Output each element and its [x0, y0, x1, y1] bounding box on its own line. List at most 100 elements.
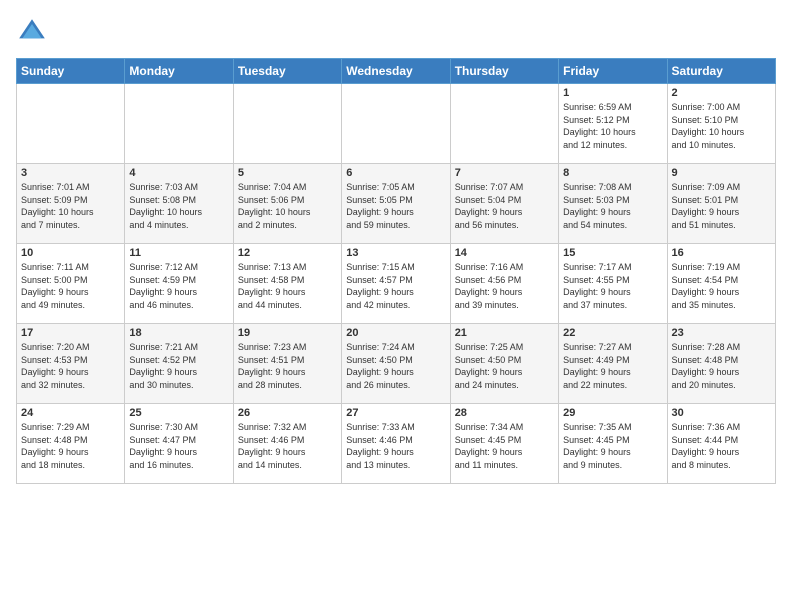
calendar-cell: 7Sunrise: 7:07 AM Sunset: 5:04 PM Daylig… [450, 164, 558, 244]
day-number: 10 [21, 247, 120, 259]
day-info: Sunrise: 7:28 AM Sunset: 4:48 PM Dayligh… [672, 341, 771, 391]
day-number: 23 [672, 327, 771, 339]
calendar-cell: 14 Sunrise: 7:16 AM Sunset: 4:56 PM Dayli… [450, 244, 558, 324]
calendar-cell: 9 Sunrise: 7:09 AM Sunset: 5:01 PM Daylig… [667, 164, 775, 244]
calendar-cell: 23 Sunrise: 7:28 AM Sunset: 4:48 PM Dayli… [667, 324, 775, 404]
day-number: 18 [129, 327, 228, 339]
day-number: 25 [129, 407, 228, 419]
calendar-week-row: 24 Sunrise: 7:29 AM Sunset: 4:48 PM Dayli… [17, 404, 776, 484]
day-number: 14 [455, 247, 554, 259]
calendar-cell: 28Sunrise: 7:34 AM Sunset: 4:45 PM Dayli… [450, 404, 558, 484]
day-info: Sunrise: 7:29 AM Sunset: 4:48 PM Dayligh… [21, 421, 120, 471]
calendar-cell: 18 Sunrise: 7:21 AM Sunset: 4:52 PM Dayli… [125, 324, 233, 404]
header-sunday: Sunday [17, 59, 125, 84]
calendar-cell: 5Sunrise: 7:04 AM Sunset: 5:06 PM Daylig… [233, 164, 341, 244]
day-number: 8 [563, 167, 662, 179]
calendar-cell [125, 84, 233, 164]
day-info: Sunrise: 7:05 AM Sunset: 5:05 PM Dayligh… [346, 181, 445, 231]
calendar-week-row: 3 Sunrise: 7:01 AM Sunset: 5:09 PM Daylig… [17, 164, 776, 244]
calendar-cell: 1 Sunrise: 6:59 AM Sunset: 5:12 PM Daylig… [559, 84, 667, 164]
day-info: Sunrise: 7:12 AM Sunset: 4:59 PM Dayligh… [129, 261, 228, 311]
header-saturday: Saturday [667, 59, 775, 84]
day-info: Sunrise: 7:03 AM Sunset: 5:08 PM Dayligh… [129, 181, 228, 231]
day-number: 11 [129, 247, 228, 259]
header-monday: Monday [125, 59, 233, 84]
day-info: Sunrise: 7:23 AM Sunset: 4:51 PM Dayligh… [238, 341, 337, 391]
calendar-cell: 13Sunrise: 7:15 AM Sunset: 4:57 PM Dayli… [342, 244, 450, 324]
day-info: Sunrise: 7:24 AM Sunset: 4:50 PM Dayligh… [346, 341, 445, 391]
calendar-cell: 11 Sunrise: 7:12 AM Sunset: 4:59 PM Dayli… [125, 244, 233, 324]
calendar-cell: 27 Sunrise: 7:33 AM Sunset: 4:46 PM Dayli… [342, 404, 450, 484]
calendar-cell: 24 Sunrise: 7:29 AM Sunset: 4:48 PM Dayli… [17, 404, 125, 484]
calendar-cell: 20 Sunrise: 7:24 AM Sunset: 4:50 PM Dayli… [342, 324, 450, 404]
day-number: 7 [455, 167, 554, 179]
day-number: 9 [672, 167, 771, 179]
calendar-cell: 26Sunrise: 7:32 AM Sunset: 4:46 PM Dayli… [233, 404, 341, 484]
calendar-cell [342, 84, 450, 164]
calendar-cell: 10 Sunrise: 7:11 AM Sunset: 5:00 PM Dayli… [17, 244, 125, 324]
day-info: Sunrise: 7:25 AM Sunset: 4:50 PM Dayligh… [455, 341, 554, 391]
calendar-cell [17, 84, 125, 164]
page: Sunday Monday Tuesday Wednesday Thursday… [0, 0, 792, 612]
day-header-row: Sunday Monday Tuesday Wednesday Thursday… [17, 59, 776, 84]
day-number: 2 [672, 87, 771, 99]
day-number: 28 [455, 407, 554, 419]
day-number: 4 [129, 167, 228, 179]
logo-icon [16, 16, 48, 48]
day-number: 24 [21, 407, 120, 419]
calendar-cell: 17Sunrise: 7:20 AM Sunset: 4:53 PM Dayli… [17, 324, 125, 404]
calendar-cell: 4 Sunrise: 7:03 AM Sunset: 5:08 PM Daylig… [125, 164, 233, 244]
calendar-cell: 21 Sunrise: 7:25 AM Sunset: 4:50 PM Dayli… [450, 324, 558, 404]
calendar-cell [233, 84, 341, 164]
day-info: Sunrise: 7:00 AM Sunset: 5:10 PM Dayligh… [672, 101, 771, 151]
day-number: 6 [346, 167, 445, 179]
day-info: Sunrise: 7:01 AM Sunset: 5:09 PM Dayligh… [21, 181, 120, 231]
day-number: 13 [346, 247, 445, 259]
day-number: 19 [238, 327, 337, 339]
calendar-cell: 30Sunrise: 7:36 AM Sunset: 4:44 PM Dayli… [667, 404, 775, 484]
day-number: 12 [238, 247, 337, 259]
day-info: Sunrise: 7:17 AM Sunset: 4:55 PM Dayligh… [563, 261, 662, 311]
logo [16, 16, 52, 48]
calendar-cell: 25 Sunrise: 7:30 AM Sunset: 4:47 PM Dayli… [125, 404, 233, 484]
day-number: 27 [346, 407, 445, 419]
day-number: 21 [455, 327, 554, 339]
day-info: Sunrise: 7:27 AM Sunset: 4:49 PM Dayligh… [563, 341, 662, 391]
calendar-cell: 15Sunrise: 7:17 AM Sunset: 4:55 PM Dayli… [559, 244, 667, 324]
day-number: 16 [672, 247, 771, 259]
header-thursday: Thursday [450, 59, 558, 84]
day-info: Sunrise: 7:09 AM Sunset: 5:01 PM Dayligh… [672, 181, 771, 231]
header-tuesday: Tuesday [233, 59, 341, 84]
day-number: 3 [21, 167, 120, 179]
day-info: Sunrise: 7:16 AM Sunset: 4:56 PM Dayligh… [455, 261, 554, 311]
calendar: Sunday Monday Tuesday Wednesday Thursday… [16, 58, 776, 484]
calendar-cell [450, 84, 558, 164]
calendar-week-row: 1 Sunrise: 6:59 AM Sunset: 5:12 PM Daylig… [17, 84, 776, 164]
calendar-cell: 29Sunrise: 7:35 AM Sunset: 4:45 PM Dayli… [559, 404, 667, 484]
day-info: Sunrise: 7:32 AM Sunset: 4:46 PM Dayligh… [238, 421, 337, 471]
day-info: Sunrise: 7:13 AM Sunset: 4:58 PM Dayligh… [238, 261, 337, 311]
calendar-cell: 2 Sunrise: 7:00 AM Sunset: 5:10 PM Daylig… [667, 84, 775, 164]
day-number: 29 [563, 407, 662, 419]
calendar-cell: 16 Sunrise: 7:19 AM Sunset: 4:54 PM Dayli… [667, 244, 775, 324]
day-number: 5 [238, 167, 337, 179]
day-number: 1 [563, 87, 662, 99]
day-number: 20 [346, 327, 445, 339]
calendar-week-row: 17Sunrise: 7:20 AM Sunset: 4:53 PM Dayli… [17, 324, 776, 404]
day-info: Sunrise: 6:59 AM Sunset: 5:12 PM Dayligh… [563, 101, 662, 151]
day-info: Sunrise: 7:36 AM Sunset: 4:44 PM Dayligh… [672, 421, 771, 471]
calendar-week-row: 10 Sunrise: 7:11 AM Sunset: 5:00 PM Dayli… [17, 244, 776, 324]
calendar-cell: 19 Sunrise: 7:23 AM Sunset: 4:51 PM Dayli… [233, 324, 341, 404]
day-info: Sunrise: 7:21 AM Sunset: 4:52 PM Dayligh… [129, 341, 228, 391]
day-info: Sunrise: 7:11 AM Sunset: 5:00 PM Dayligh… [21, 261, 120, 311]
day-info: Sunrise: 7:08 AM Sunset: 5:03 PM Dayligh… [563, 181, 662, 231]
day-number: 22 [563, 327, 662, 339]
day-info: Sunrise: 7:33 AM Sunset: 4:46 PM Dayligh… [346, 421, 445, 471]
day-info: Sunrise: 7:19 AM Sunset: 4:54 PM Dayligh… [672, 261, 771, 311]
calendar-cell: 22 Sunrise: 7:27 AM Sunset: 4:49 PM Dayli… [559, 324, 667, 404]
day-info: Sunrise: 7:30 AM Sunset: 4:47 PM Dayligh… [129, 421, 228, 471]
calendar-cell: 3 Sunrise: 7:01 AM Sunset: 5:09 PM Daylig… [17, 164, 125, 244]
day-number: 17 [21, 327, 120, 339]
calendar-cell: 8 Sunrise: 7:08 AM Sunset: 5:03 PM Daylig… [559, 164, 667, 244]
header-wednesday: Wednesday [342, 59, 450, 84]
